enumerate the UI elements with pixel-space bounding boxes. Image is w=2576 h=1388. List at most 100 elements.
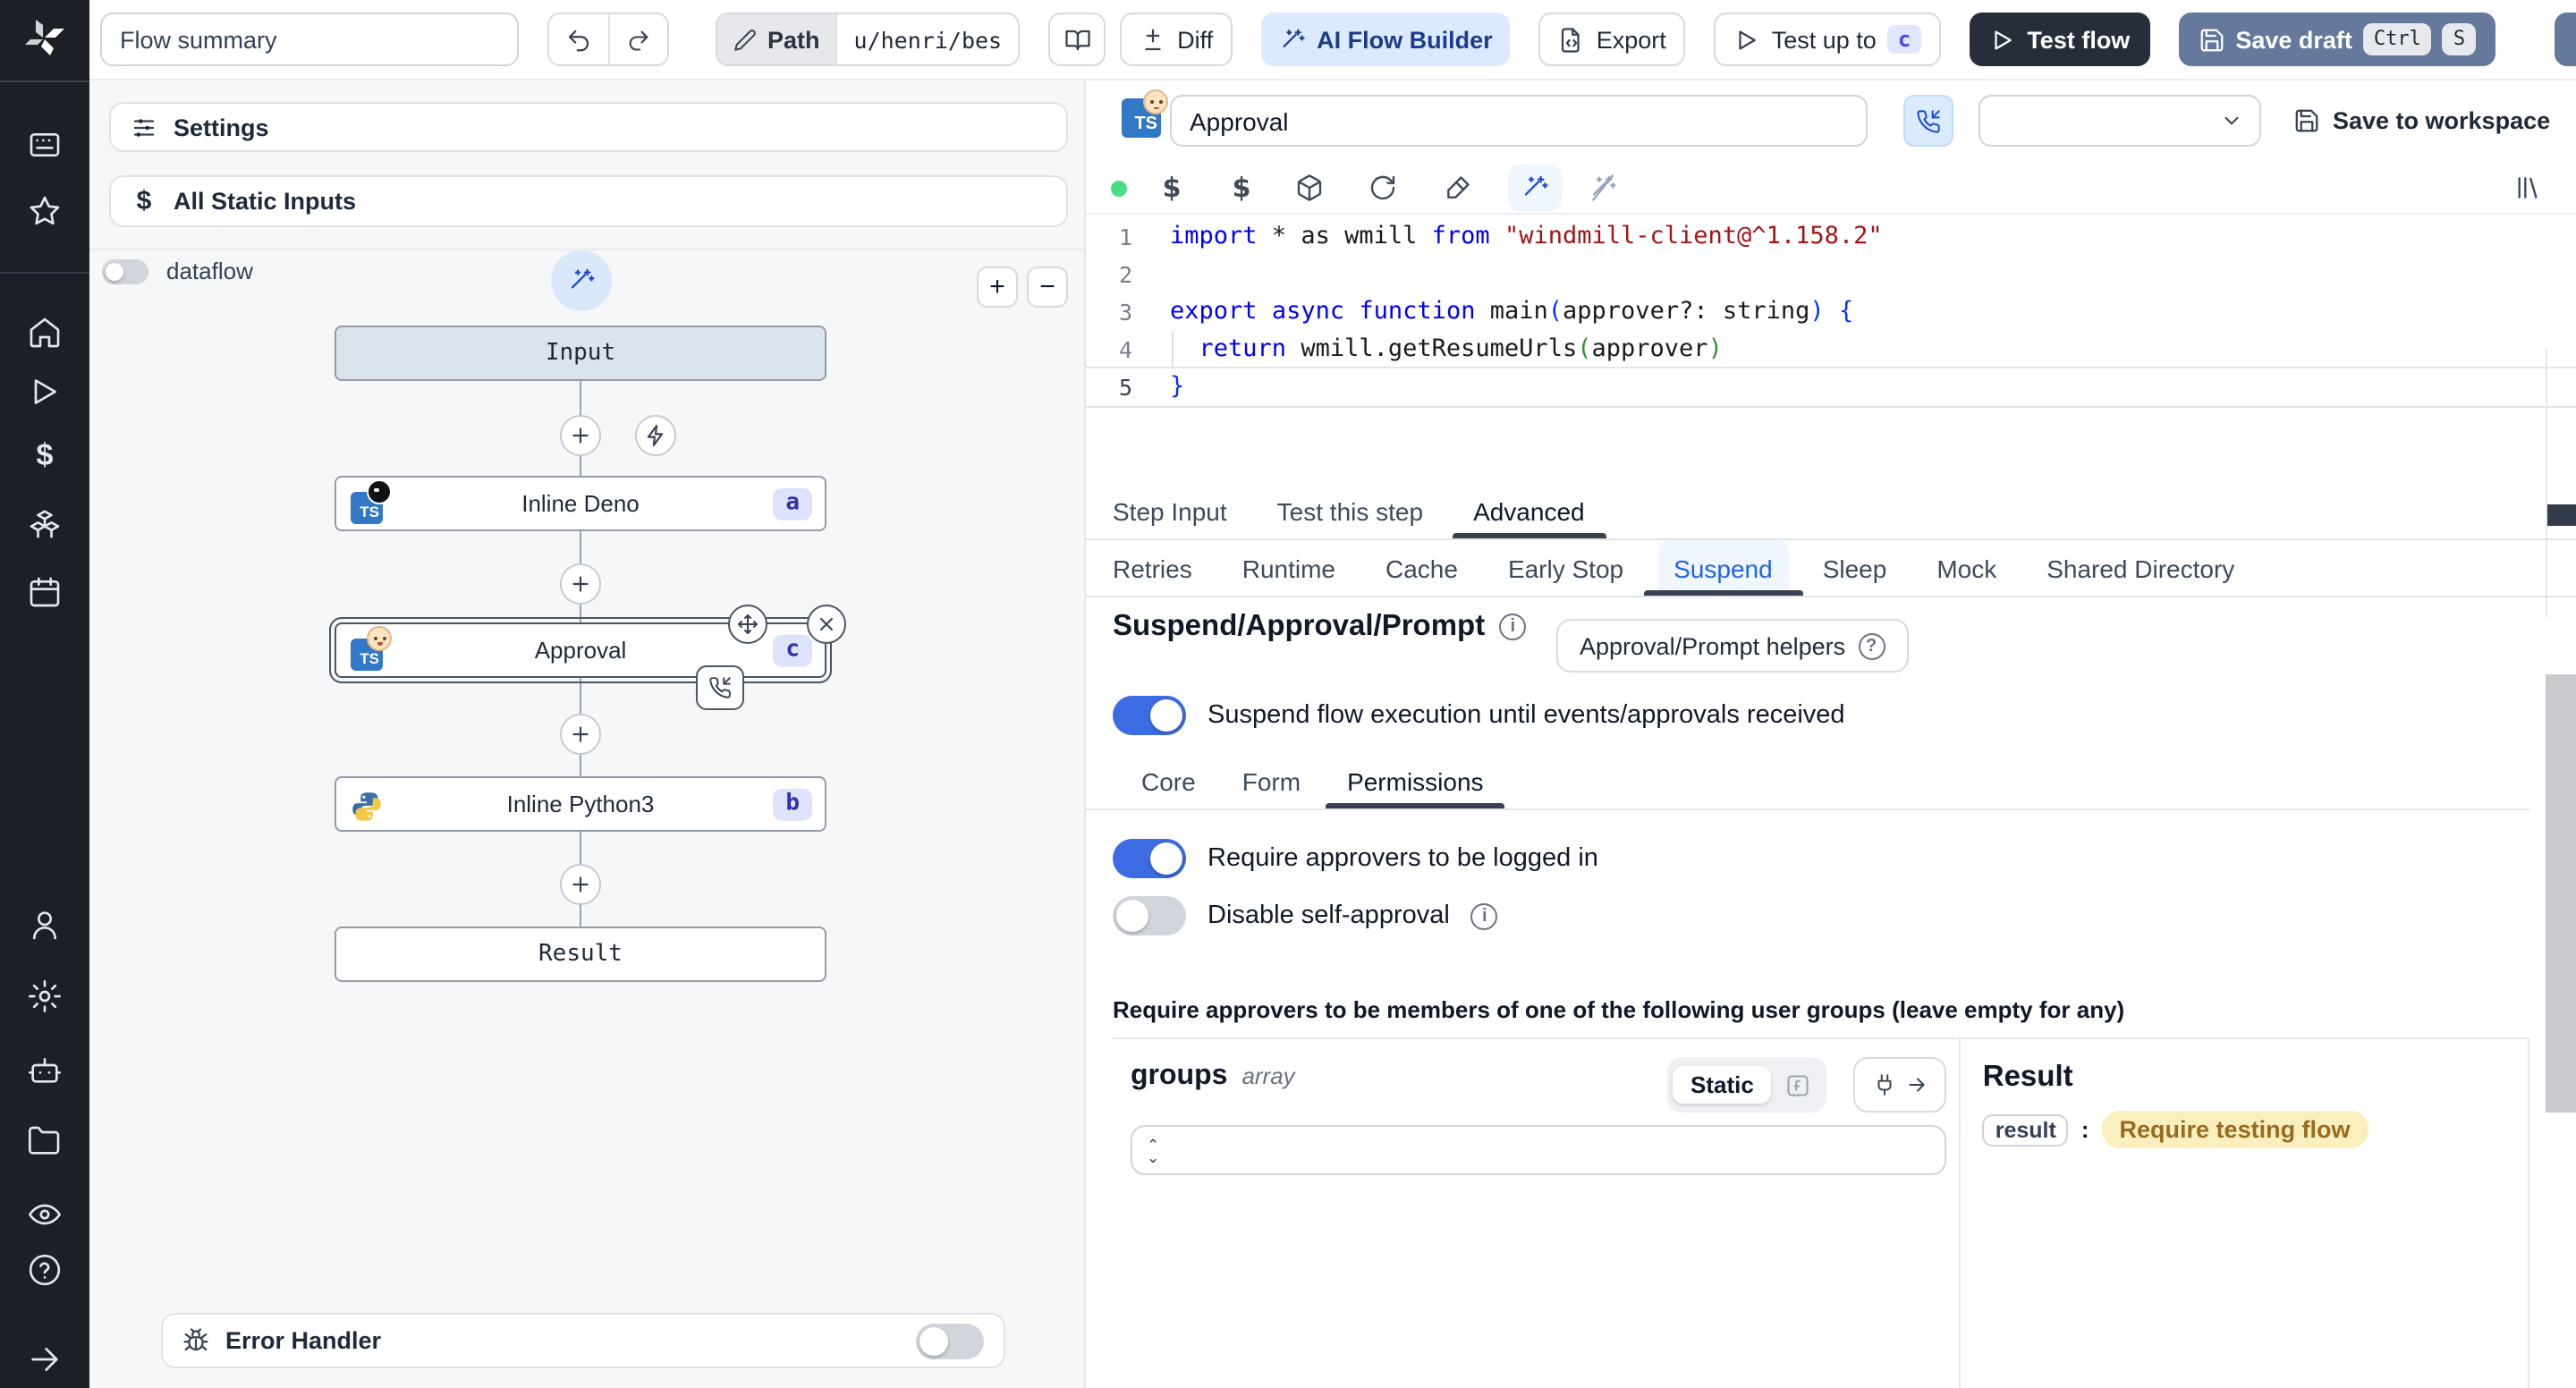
script-version-select[interactable]: [1979, 95, 2261, 147]
save-icon: [2295, 109, 2318, 132]
diff-button[interactable]: Diff: [1120, 13, 1233, 66]
tab-mock[interactable]: Mock: [1936, 540, 1996, 596]
wand-sparkles-icon: [1283, 28, 1305, 47]
flow-summary-input[interactable]: [100, 13, 519, 66]
ai-flow-builder-button[interactable]: AI Flow Builder: [1261, 13, 1511, 66]
package-icon[interactable]: [1292, 170, 1327, 206]
workers-icon[interactable]: [27, 1052, 63, 1088]
tab-shared-directory[interactable]: Shared Directory: [2046, 540, 2234, 596]
input-node[interactable]: Input: [335, 326, 826, 381]
tab-test-this-step[interactable]: Test this step: [1277, 485, 1423, 538]
format-brush-icon[interactable]: [1440, 170, 1476, 206]
home-icon[interactable]: [27, 315, 63, 351]
tab-suspend[interactable]: Suspend: [1643, 540, 1804, 596]
result-colon: :: [2080, 1116, 2089, 1143]
refresh-icon[interactable]: [1365, 170, 1401, 206]
export-button[interactable]: Export: [1538, 13, 1686, 66]
add-step-button[interactable]: [560, 563, 601, 605]
docs-button[interactable]: [1048, 13, 1106, 66]
redo-button[interactable]: [608, 14, 667, 64]
flow-settings-card[interactable]: Settings: [109, 102, 1068, 152]
save-draft-button[interactable]: Save draft Ctrl S: [2178, 13, 2496, 66]
require-logged-in-toggle[interactable]: [1113, 839, 1186, 878]
assistant-wand-icon[interactable]: [1508, 165, 1562, 211]
tab-retries[interactable]: Retries: [1113, 540, 1192, 596]
deploy-button-clipped[interactable]: [2555, 13, 2576, 66]
all-static-inputs-card[interactable]: $ All Static Inputs: [109, 175, 1068, 227]
ai-wand-button[interactable]: [551, 250, 612, 311]
delete-step-button[interactable]: [807, 605, 846, 644]
settings-icon[interactable]: [27, 978, 63, 1014]
plug-icon: [1877, 1074, 1891, 1096]
tab-step-input[interactable]: Step Input: [1113, 485, 1227, 538]
python-step-node[interactable]: Inline Python3 b: [335, 776, 826, 832]
workspace-icon[interactable]: [27, 127, 63, 163]
variables-icon[interactable]: $: [1154, 170, 1190, 206]
dataflow-toggle[interactable]: [102, 258, 148, 284]
info-icon[interactable]: i: [1499, 614, 1527, 640]
tab-early-stop[interactable]: Early Stop: [1508, 540, 1623, 596]
ai-gen-disabled-icon[interactable]: [1585, 170, 1621, 206]
users-icon[interactable]: [27, 907, 63, 943]
typescript-approval-icon: TS: [1122, 89, 1168, 138]
suspend-settings-button[interactable]: [1903, 95, 1953, 147]
resources-dollar-icon[interactable]: $: [1224, 170, 1259, 206]
code-editor[interactable]: 12345 import * as wmill from "windmill-c…: [1086, 215, 2576, 617]
zoom-out-button[interactable]: −: [1027, 267, 1068, 308]
windmill-logo-icon[interactable]: [23, 16, 66, 63]
step-title-input[interactable]: [1170, 95, 1868, 147]
settings-label: Settings: [174, 114, 269, 140]
disable-self-approval-label: Disable self-approval: [1208, 901, 1450, 930]
approval-prompt-helpers-button[interactable]: Approval/Prompt helpers ?: [1556, 619, 1909, 673]
resources-icon[interactable]: [27, 506, 63, 542]
tab-core[interactable]: Core: [1141, 755, 1196, 808]
add-step-button[interactable]: [560, 415, 601, 456]
runs-icon[interactable]: [27, 374, 63, 410]
path-group[interactable]: Path u/henri/bes: [716, 13, 1021, 66]
add-trigger-button[interactable]: [635, 415, 676, 456]
deno-step-node[interactable]: TS Inline Deno a: [335, 476, 826, 531]
tab-runtime[interactable]: Runtime: [1242, 540, 1335, 596]
error-handler-toggle[interactable]: [916, 1323, 984, 1358]
path-segment[interactable]: Path: [717, 14, 836, 64]
arrow-right-icon: [1908, 1078, 1924, 1092]
zoom-in-button[interactable]: +: [977, 267, 1018, 308]
move-step-button[interactable]: [728, 605, 767, 644]
variables-icon[interactable]: $: [27, 438, 63, 474]
file-code-icon: [1562, 27, 1580, 52]
dollar-icon: $: [136, 186, 152, 216]
code-lines[interactable]: import * as wmill from "windmill-client@…: [1086, 218, 2576, 408]
tab-cache[interactable]: Cache: [1385, 540, 1458, 596]
panel-scrollbar-thumb[interactable]: [2546, 674, 2576, 1113]
undo-button[interactable]: [549, 14, 608, 64]
error-handler-card[interactable]: Error Handler: [161, 1313, 1005, 1368]
tab-advanced[interactable]: Advanced: [1451, 485, 1607, 538]
groups-multiselect-input[interactable]: ⌃ ⌄: [1131, 1125, 1946, 1175]
folders-icon[interactable]: [27, 1123, 63, 1159]
save-to-workspace-button[interactable]: Save to workspace: [2293, 95, 2550, 147]
star-icon[interactable]: [27, 193, 63, 229]
tab-form[interactable]: Form: [1242, 755, 1301, 808]
static-option[interactable]: Static: [1673, 1066, 1772, 1104]
result-node[interactable]: Result: [335, 927, 826, 982]
disable-self-approval-toggle[interactable]: [1113, 896, 1186, 935]
schedules-icon[interactable]: [27, 574, 63, 610]
help-icon[interactable]: [27, 1252, 63, 1288]
info-icon[interactable]: i: [1470, 902, 1498, 929]
tab-permissions[interactable]: Permissions: [1325, 755, 1506, 808]
add-step-button[interactable]: [560, 864, 601, 905]
tab-sleep[interactable]: Sleep: [1823, 540, 1887, 596]
test-flow-button[interactable]: Test flow: [1970, 13, 2150, 66]
expand-sidebar-icon[interactable]: [27, 1341, 63, 1377]
suspend-toggle[interactable]: [1113, 696, 1186, 735]
javascript-expression-option[interactable]: [1775, 1072, 1822, 1097]
connect-input-button[interactable]: [1853, 1057, 1946, 1113]
library-icon[interactable]: [2510, 170, 2546, 206]
result-value-chip[interactable]: Require testing flow: [2101, 1111, 2368, 1148]
test-up-to-button[interactable]: Test up to c: [1714, 13, 1942, 66]
chevron-down-icon: [2224, 116, 2239, 125]
result-key-badge[interactable]: result: [1982, 1113, 2069, 1146]
audit-logs-icon[interactable]: [27, 1197, 63, 1232]
add-step-button[interactable]: [560, 714, 601, 755]
path-value[interactable]: u/henri/bes: [835, 14, 1019, 64]
